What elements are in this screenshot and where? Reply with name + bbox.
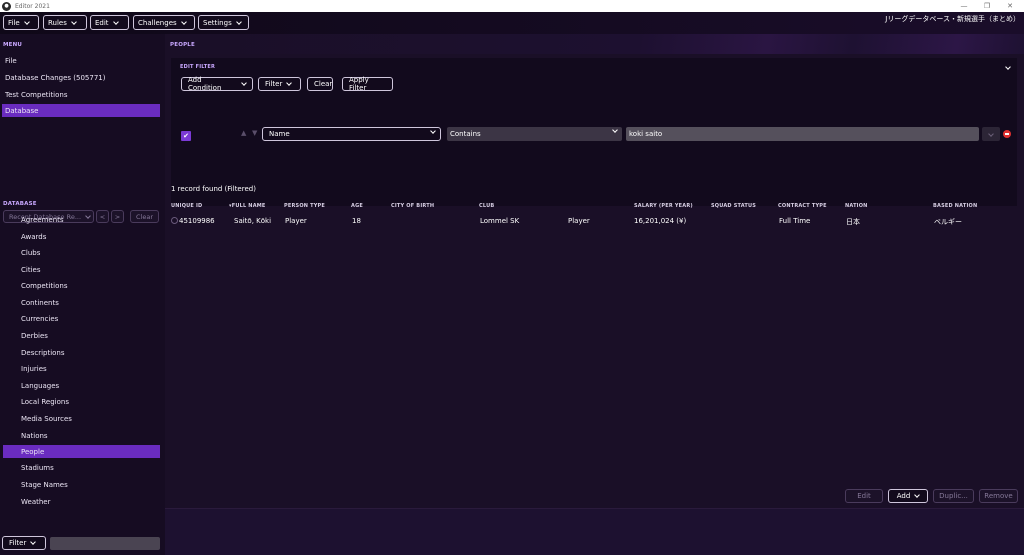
edit-button[interactable]: Edit <box>845 489 883 503</box>
menu-rules-button[interactable]: Rules <box>43 15 87 30</box>
chevron-down-icon <box>180 18 187 25</box>
column-header-person-type[interactable]: PERSON TYPE <box>284 203 325 209</box>
column-header-nation[interactable]: NATION <box>845 203 868 209</box>
cell-full-name: Saitō, Kōki <box>234 217 272 225</box>
cell-unique-id: 45109986 <box>179 217 215 225</box>
db-item-stage-names[interactable]: Stage Names <box>3 478 160 491</box>
db-item-weather[interactable]: Weather <box>3 495 160 508</box>
menu-settings-button[interactable]: Settings <box>198 15 249 30</box>
column-header-full-name[interactable]: ▾FULL NAME <box>229 203 266 209</box>
add-condition-button[interactable]: Add Condition <box>181 76 253 92</box>
cell-age: 18 <box>352 217 361 225</box>
cell-contract-type: Full Time <box>779 217 811 225</box>
person-status-icon <box>171 217 178 224</box>
db-item-people[interactable]: People <box>3 445 160 458</box>
db-item-media-sources[interactable]: Media Sources <box>3 412 160 425</box>
chevron-down-icon <box>30 539 37 545</box>
menu-section-label: MENU <box>3 42 23 48</box>
chevron-down-icon <box>914 492 921 498</box>
db-item-stadiums[interactable]: Stadiums <box>3 461 160 474</box>
sidebar-item-test-competitions[interactable]: Test Competitions <box>2 88 160 101</box>
edit-filter-label: EDIT FILTER <box>180 64 216 70</box>
column-header-age[interactable]: AGE <box>351 203 363 209</box>
column-header-contract-type[interactable]: CONTRACT TYPE <box>778 203 827 209</box>
condition-operator-select[interactable]: Contains <box>447 127 622 141</box>
remove-button[interactable]: Remove <box>979 489 1018 503</box>
menu-edit-button[interactable]: Edit <box>90 15 129 30</box>
bottom-bar <box>165 508 1024 555</box>
database-section-label: DATABASE <box>3 201 37 207</box>
column-header-unique-id[interactable]: UNIQUE ID <box>171 203 202 209</box>
sidebar-filter-button[interactable]: Filter <box>2 536 46 550</box>
move-up-icon[interactable]: ▲ <box>241 129 246 137</box>
close-icon[interactable]: ✕ <box>998 0 1022 12</box>
add-button[interactable]: Add <box>888 489 928 503</box>
main-panel: PEOPLE EDIT FILTER Add Condition Filter … <box>165 34 1024 555</box>
cell-club-role: Player <box>568 217 590 225</box>
chevron-down-icon <box>23 18 30 25</box>
db-item-injuries[interactable]: Injuries <box>3 362 160 375</box>
db-item-agreements[interactable]: Agreements <box>3 213 160 226</box>
minimize-icon[interactable]: — <box>952 0 976 12</box>
db-item-continents[interactable]: Continents <box>3 296 160 309</box>
condition-value-input[interactable]: koki saito <box>626 127 979 141</box>
cell-nation: 日本 <box>846 218 860 226</box>
chevron-down-icon <box>112 18 119 25</box>
sidebar-item-file[interactable]: File <box>2 54 160 67</box>
db-item-nations[interactable]: Nations <box>3 429 160 442</box>
window-title-bar: ● Editor 2021 — ❐ ✕ <box>0 0 1024 12</box>
database-title: Jリーグデータベース・新規選手（まとめ） <box>885 15 1020 23</box>
chevron-down-icon <box>235 18 242 25</box>
chevron-down-icon <box>430 128 436 134</box>
sidebar-item-database[interactable]: Database <box>2 104 160 117</box>
chevron-down-icon <box>286 80 293 86</box>
db-item-languages[interactable]: Languages <box>3 379 160 392</box>
db-item-currencies[interactable]: Currencies <box>3 312 160 325</box>
clear-filter-button[interactable]: Clear <box>307 77 333 91</box>
records-found-text: 1 record found (Filtered) <box>171 185 256 193</box>
move-down-icon[interactable]: ▼ <box>252 129 257 137</box>
menu-file-button[interactable]: File <box>3 15 39 30</box>
sidebar-item-database-changes[interactable]: Database Changes (505771) <box>2 71 160 84</box>
db-item-competitions[interactable]: Competitions <box>3 279 160 292</box>
cell-person-type: Player <box>285 217 307 225</box>
cell-club: Lommel SK <box>480 217 520 225</box>
cell-based-nation: ベルギー <box>934 218 962 226</box>
remove-condition-icon[interactable] <box>1003 130 1011 138</box>
condition-options-button[interactable] <box>982 127 1000 141</box>
condition-field-select[interactable]: Name <box>262 127 441 141</box>
sidebar-filter-input[interactable] <box>50 537 160 550</box>
chevron-down-icon <box>71 18 77 25</box>
db-item-local-regions[interactable]: Local Regions <box>3 395 160 408</box>
top-menu-bar: File Rules Edit Challenges Settings Jリーグ… <box>0 12 1024 34</box>
chevron-down-icon <box>612 127 618 133</box>
condition-checkbox[interactable]: ✔ <box>181 131 191 141</box>
menu-challenges-button[interactable]: Challenges <box>133 15 195 30</box>
chevron-down-icon <box>241 80 247 86</box>
sidebar: MENU File Database Changes (505771) Test… <box>0 34 165 555</box>
db-item-clubs[interactable]: Clubs <box>3 246 160 259</box>
db-item-derbies[interactable]: Derbies <box>3 329 160 342</box>
app-logo-icon: ● <box>2 1 11 11</box>
cell-salary: 16,201,024 (¥) <box>634 217 687 225</box>
column-header-based-nation[interactable]: BASED NATION <box>933 203 977 209</box>
page-title: PEOPLE <box>170 42 195 48</box>
window-title: Editor 2021 <box>15 2 50 10</box>
apply-filter-button[interactable]: Apply Filter <box>342 76 393 92</box>
column-header-club[interactable]: CLUB <box>479 203 494 209</box>
duplicate-button[interactable]: Duplic... <box>933 489 974 503</box>
db-item-cities[interactable]: Cities <box>3 263 160 276</box>
db-item-awards[interactable]: Awards <box>3 230 160 243</box>
main-header: PEOPLE <box>165 34 1024 54</box>
collapse-filter-icon[interactable] <box>1005 63 1011 71</box>
maximize-icon[interactable]: ❐ <box>975 0 999 12</box>
column-header-squad-status[interactable]: SQUAD STATUS <box>711 203 756 209</box>
db-item-descriptions[interactable]: Descriptions <box>3 346 160 359</box>
column-header-city-of-birth[interactable]: CITY OF BIRTH <box>391 203 434 209</box>
filter-type-button[interactable]: Filter <box>258 77 301 91</box>
chevron-down-icon <box>988 131 994 137</box>
column-header-salary[interactable]: SALARY (PER YEAR) <box>634 203 693 209</box>
